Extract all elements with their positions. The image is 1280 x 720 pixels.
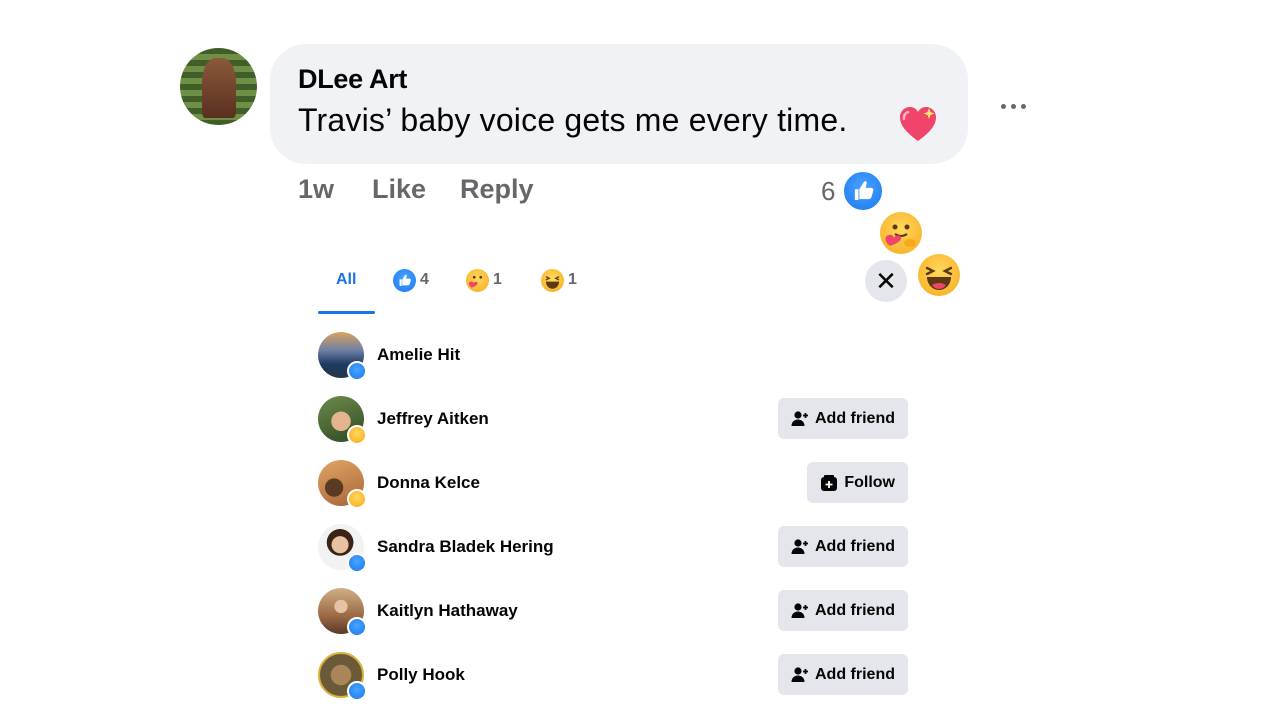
care-icon: [347, 489, 367, 509]
add-friend-label: Add friend: [815, 601, 895, 619]
person-name[interactable]: Polly Hook: [377, 665, 465, 685]
like-icon: [347, 681, 367, 701]
list-item: Donna Kelce Follow: [318, 460, 908, 509]
care-icon[interactable]: [880, 212, 922, 254]
list-item: Kaitlyn Hathaway Add friend: [318, 588, 908, 637]
sparkling-heart-icon: [900, 107, 936, 141]
like-icon: [347, 553, 367, 573]
add-friend-button[interactable]: Add friend: [778, 590, 908, 631]
tab-haha-count: 1: [568, 271, 577, 288]
add-friend-icon: [791, 410, 808, 426]
list-item: Sandra Bladek Hering Add friend: [318, 524, 908, 573]
person-name[interactable]: Donna Kelce: [377, 473, 480, 493]
add-friend-label: Add friend: [815, 665, 895, 683]
add-friend-button[interactable]: Add friend: [778, 526, 908, 567]
active-tab-indicator: [318, 311, 375, 314]
like-icon: [393, 268, 416, 292]
follow-label: Follow: [844, 473, 895, 491]
list-item: Jeffrey Aitken Add friend: [318, 396, 908, 445]
commenter-avatar[interactable]: [180, 48, 257, 125]
tab-all[interactable]: All: [336, 262, 356, 298]
like-icon: [347, 617, 367, 637]
add-friend-label: Add friend: [815, 409, 895, 427]
comment-author[interactable]: DLee Art: [298, 64, 407, 95]
tab-all-label: All: [336, 271, 357, 288]
follow-icon: [821, 474, 838, 491]
person-name[interactable]: Kaitlyn Hathaway: [377, 601, 518, 621]
add-friend-button[interactable]: Add friend: [778, 654, 908, 695]
comment-text: Travis’ baby voice gets me every time.: [298, 102, 848, 138]
add-friend-icon: [791, 538, 808, 554]
follow-button[interactable]: Follow: [807, 462, 908, 503]
care-icon: [466, 268, 489, 292]
tab-care-count: 1: [493, 271, 502, 288]
person-name[interactable]: Jeffrey Aitken: [377, 409, 489, 429]
like-icon: [347, 361, 367, 381]
haha-icon: [347, 425, 367, 445]
list-item: Polly Hook Add friend: [318, 652, 908, 701]
like-icon[interactable]: [842, 170, 884, 212]
comment-screen: DLee Art Travis’ baby voice gets me ever…: [0, 0, 1280, 720]
add-friend-icon: [791, 602, 808, 618]
person-name[interactable]: Sandra Bladek Hering: [377, 537, 554, 557]
tab-haha[interactable]: 1: [541, 262, 577, 298]
comment-timestamp[interactable]: 1w: [298, 174, 334, 205]
add-friend-label: Add friend: [815, 537, 895, 555]
close-button[interactable]: ✕: [865, 260, 907, 302]
tab-like[interactable]: 4: [393, 262, 429, 298]
reaction-count[interactable]: 6: [821, 176, 835, 207]
reply-button[interactable]: Reply: [460, 174, 534, 205]
person-name[interactable]: Amelie Hit: [377, 345, 460, 365]
tab-care[interactable]: 1: [466, 262, 502, 298]
add-friend-icon: [791, 666, 808, 682]
like-button[interactable]: Like: [372, 174, 426, 205]
haha-icon[interactable]: [918, 254, 960, 296]
more-options-button[interactable]: [990, 92, 1036, 120]
haha-icon: [541, 268, 564, 292]
close-icon: ✕: [875, 265, 897, 296]
add-friend-button[interactable]: Add friend: [778, 398, 908, 439]
tab-like-count: 4: [420, 271, 429, 288]
list-item: Amelie Hit: [318, 332, 908, 381]
